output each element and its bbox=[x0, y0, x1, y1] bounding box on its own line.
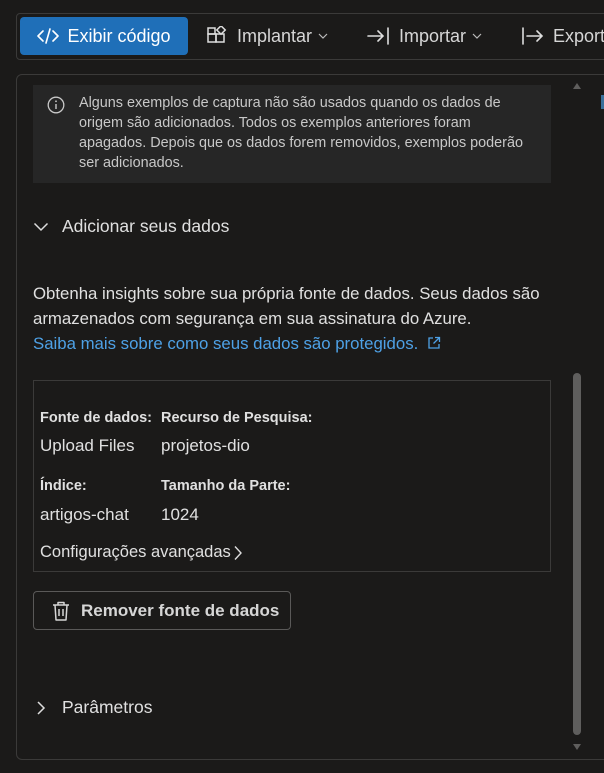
view-code-label: Exibir código bbox=[67, 25, 171, 46]
vertical-scrollbar[interactable] bbox=[570, 75, 584, 759]
chevron-right-icon bbox=[234, 545, 242, 560]
add-data-section-toggle[interactable]: Adicionar seus dados bbox=[33, 216, 229, 237]
command-bar: Exibir código Implantar Importar Export bbox=[16, 13, 604, 60]
data-source-value: Upload Files bbox=[40, 436, 135, 455]
search-resource-label: Recurso de Pesquisa: bbox=[161, 410, 313, 426]
chevron-down-icon bbox=[33, 222, 49, 231]
chunk-size-value: 1024 bbox=[161, 505, 199, 524]
info-icon bbox=[47, 96, 65, 114]
chevron-right-icon bbox=[37, 700, 46, 715]
advanced-settings-link[interactable]: Configurações avançadas bbox=[40, 543, 243, 562]
trash-icon bbox=[53, 601, 69, 621]
view-code-button[interactable]: Exibir código bbox=[20, 17, 188, 55]
info-notice-text: Alguns exemplos de captura não são usado… bbox=[79, 95, 523, 171]
learn-more-label: Saiba mais sobre como seus dados são pro… bbox=[33, 334, 419, 353]
export-button[interactable]: Export bbox=[521, 17, 604, 55]
import-label: Importar bbox=[399, 25, 467, 46]
remove-data-source-button[interactable]: Remover fonte de dados bbox=[33, 591, 291, 630]
data-source-card: Fonte de dados: Upload Files Recurso de … bbox=[33, 380, 551, 572]
add-data-title: Adicionar seus dados bbox=[62, 216, 230, 236]
index-link[interactable]: artigos-chat bbox=[40, 505, 129, 525]
remove-data-source-label: Remover fonte de dados bbox=[81, 600, 280, 620]
scrollbar-thumb[interactable] bbox=[573, 373, 581, 735]
export-label: Export bbox=[553, 25, 604, 46]
chevron-down-icon bbox=[318, 33, 328, 39]
parameters-title: Parâmetros bbox=[62, 697, 153, 717]
export-icon bbox=[522, 27, 544, 45]
data-source-label: Fonte de dados: bbox=[40, 410, 152, 426]
add-data-description: Obtenha insights sobre sua própria fonte… bbox=[33, 281, 563, 356]
code-icon bbox=[37, 28, 60, 44]
import-button[interactable]: Importar bbox=[367, 17, 482, 55]
search-resource-value: projetos-dio bbox=[161, 436, 250, 455]
deploy-button[interactable]: Implantar bbox=[207, 17, 328, 55]
parameters-section-toggle[interactable]: Parâmetros bbox=[33, 697, 152, 718]
info-notice: Alguns exemplos de captura não são usado… bbox=[33, 85, 551, 183]
chunk-size-label: Tamanho da Parte: bbox=[161, 478, 291, 494]
learn-more-link[interactable]: Saiba mais sobre como seus dados são pro… bbox=[33, 334, 441, 353]
import-icon bbox=[367, 27, 389, 45]
setup-panel: Alguns exemplos de captura não são usado… bbox=[16, 74, 604, 760]
deploy-label: Implantar bbox=[237, 25, 313, 46]
advanced-settings-label: Configurações avançadas bbox=[40, 543, 231, 561]
chevron-down-icon bbox=[472, 33, 482, 39]
external-link-icon bbox=[428, 336, 441, 349]
description-text: Obtenha insights sobre sua própria fonte… bbox=[33, 284, 540, 328]
scroll-up-arrow-icon[interactable] bbox=[572, 82, 582, 90]
scroll-down-arrow-icon[interactable] bbox=[572, 743, 582, 751]
index-label: Índice: bbox=[40, 478, 87, 494]
deploy-icon bbox=[207, 26, 227, 43]
